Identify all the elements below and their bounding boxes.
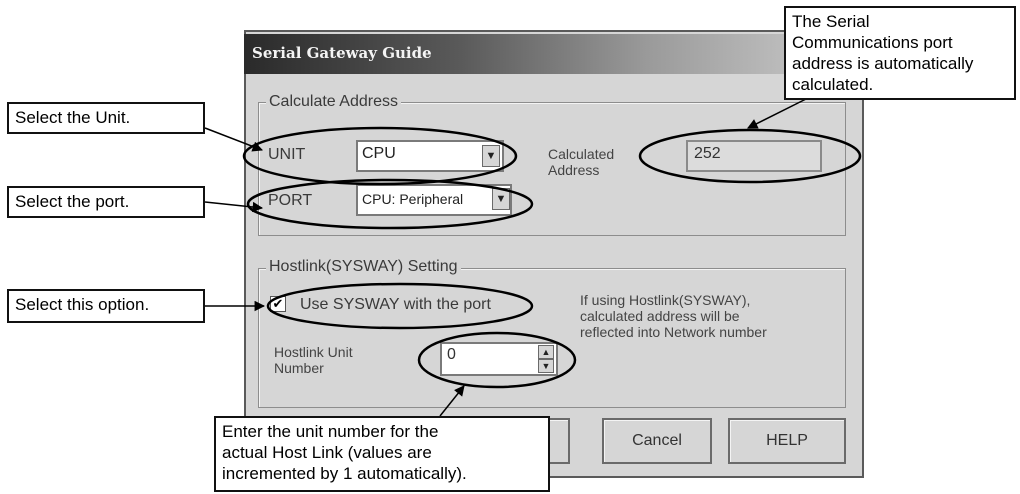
option-highlight-ellipse (266, 282, 534, 330)
callout-address-calculated: The Serial Communications port address i… (784, 6, 1016, 100)
address-leader-line (747, 97, 809, 129)
address-highlight-ellipse (638, 128, 862, 184)
callout-unit-number-line3: incremented by 1 automatically). (222, 464, 467, 483)
unit-number-leader-line (439, 385, 465, 417)
callout-select-port: Select the port. (7, 186, 205, 218)
callout-unit-number-line1: Enter the unit number for the (222, 422, 439, 441)
callout-select-option: Select this option. (7, 289, 205, 323)
callout-select-unit-text: Select the Unit. (15, 108, 131, 127)
port-leader-line (204, 201, 264, 213)
unit-leader-line (204, 127, 263, 152)
callout-unit-number: Enter the unit number for the actual Hos… (214, 416, 550, 492)
callout-address-line3: address is automatically (792, 54, 974, 73)
callout-unit-number-line2: actual Host Link (values are (222, 443, 432, 462)
callout-select-port-text: Select the port. (15, 192, 130, 211)
port-highlight-ellipse (246, 178, 534, 230)
callout-address-line4: calculated. (792, 75, 874, 94)
callout-address-line2: Communications port (792, 33, 953, 52)
callout-select-unit: Select the Unit. (7, 102, 205, 134)
unit-number-highlight-ellipse (417, 331, 577, 389)
callout-address-line1: The Serial (792, 12, 870, 31)
callout-select-option-text: Select this option. (15, 295, 150, 314)
unit-highlight-ellipse (242, 126, 518, 186)
